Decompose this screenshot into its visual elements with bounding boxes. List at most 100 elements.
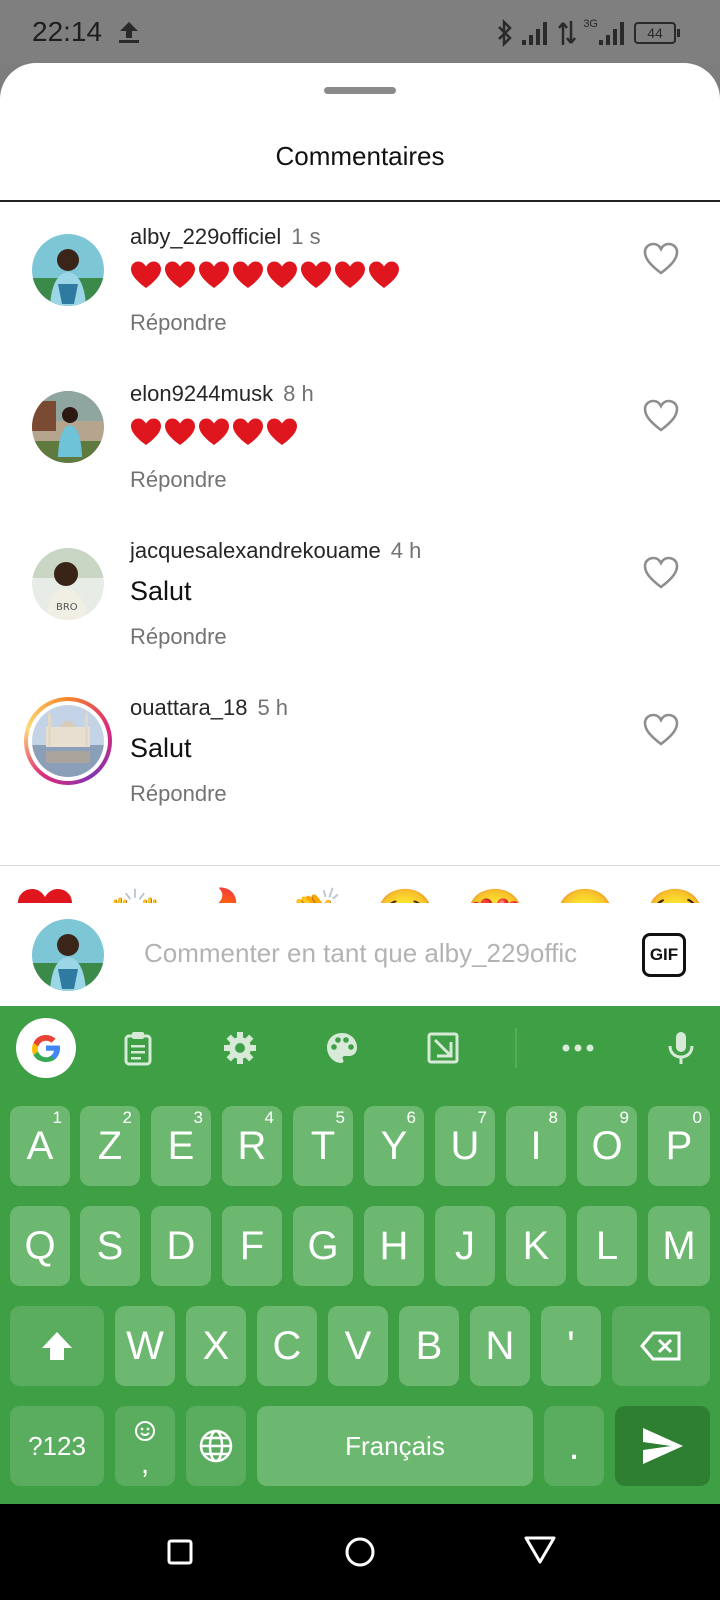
comment-time: 1 s xyxy=(291,224,321,249)
more-options-icon[interactable] xyxy=(560,1030,596,1066)
key-p[interactable]: P0 xyxy=(648,1106,710,1186)
avatar[interactable] xyxy=(32,234,104,306)
key-r[interactable]: R4 xyxy=(222,1106,282,1186)
key-z[interactable]: Z2 xyxy=(80,1106,140,1186)
comment-text xyxy=(130,417,298,452)
comment-username[interactable]: alby_229officiel xyxy=(130,224,281,249)
signal-3g-icon xyxy=(599,22,624,45)
space-key[interactable]: Français xyxy=(257,1406,533,1486)
comment-composer: GIF xyxy=(0,903,720,1006)
comments-sheet: Commentaires alby_229officiel 1 s Répondr… xyxy=(0,63,720,1006)
keyboard: A1 Z2 E3 R4 T5 Y6 U7 I8 O9 P0 Q S D F G … xyxy=(0,1006,720,1504)
send-key[interactable] xyxy=(615,1406,710,1486)
reply-button[interactable]: Répondre xyxy=(130,624,227,650)
key-u[interactable]: U7 xyxy=(435,1106,495,1186)
settings-gear-icon[interactable] xyxy=(222,1030,258,1066)
comment-item: elon9244musk 8 h Répondre xyxy=(0,359,720,519)
reply-button[interactable]: Répondre xyxy=(130,467,227,493)
comment-username[interactable]: jacquesalexandrekouame xyxy=(130,538,381,563)
key-b[interactable]: B xyxy=(399,1306,459,1386)
key-i[interactable]: I8 xyxy=(506,1106,566,1186)
comment-header: ouattara_18 5 h xyxy=(130,695,288,721)
heart-emoji xyxy=(164,417,196,452)
google-icon[interactable] xyxy=(16,1018,76,1078)
heart-emoji xyxy=(198,417,230,452)
key-v[interactable]: V xyxy=(328,1306,388,1386)
home-circle-icon[interactable] xyxy=(336,1528,384,1576)
period-key[interactable]: . xyxy=(544,1406,604,1486)
key-d[interactable]: D xyxy=(151,1206,211,1286)
status-icons: 3G 44 xyxy=(495,16,680,50)
comment-text: Salut xyxy=(130,733,192,763)
battery-icon: 44 xyxy=(634,22,680,44)
comment-item: alby_229officiel 1 s Répondre xyxy=(0,202,720,362)
heart-emoji xyxy=(266,417,298,452)
status-bar: 22:14 3G 44 xyxy=(0,0,720,64)
microphone-icon[interactable] xyxy=(663,1030,699,1066)
comment-input[interactable] xyxy=(144,931,624,975)
comment-list[interactable]: alby_229officiel 1 s Répondre elon9244mus… xyxy=(0,202,720,864)
heart-emoji xyxy=(368,260,400,295)
key-h[interactable]: H xyxy=(364,1206,424,1286)
keyboard-toolbar xyxy=(0,1006,720,1092)
backspace-key[interactable] xyxy=(612,1306,710,1386)
comment-text: Salut xyxy=(130,576,192,606)
comment-username[interactable]: ouattara_18 xyxy=(130,695,247,720)
like-heart-icon[interactable] xyxy=(643,399,679,433)
heart-emoji xyxy=(232,260,264,295)
emoji-comma-key[interactable]: , xyxy=(115,1406,175,1486)
heart-emoji xyxy=(164,260,196,295)
key-k[interactable]: K xyxy=(506,1206,566,1286)
sheet-title: Commentaires xyxy=(275,141,445,171)
symbols-key[interactable]: ?123 xyxy=(10,1406,104,1486)
avatar[interactable] xyxy=(32,391,104,463)
key-t[interactable]: T5 xyxy=(293,1106,353,1186)
key-y[interactable]: Y6 xyxy=(364,1106,424,1186)
like-heart-icon[interactable] xyxy=(643,713,679,747)
story-ring[interactable] xyxy=(24,697,112,785)
avatar[interactable]: BRO xyxy=(32,548,104,620)
shift-arrow-icon xyxy=(42,1332,72,1360)
clipboard-icon[interactable] xyxy=(120,1030,156,1066)
avatar[interactable] xyxy=(32,705,104,777)
data-transfer-icon xyxy=(558,21,577,45)
comment-username[interactable]: elon9244musk xyxy=(130,381,273,406)
key-o[interactable]: O9 xyxy=(577,1106,637,1186)
toolbar-separator xyxy=(515,1028,517,1068)
key-x[interactable]: X xyxy=(186,1306,246,1386)
recents-square-icon[interactable] xyxy=(156,1528,204,1576)
gif-button[interactable]: GIF xyxy=(642,933,686,977)
heart-emoji xyxy=(334,260,366,295)
comment-header: elon9244musk 8 h xyxy=(130,381,314,407)
shift-key[interactable] xyxy=(10,1306,104,1386)
comment-time: 5 h xyxy=(257,695,289,720)
back-triangle-icon[interactable] xyxy=(516,1528,564,1576)
like-heart-icon[interactable] xyxy=(643,556,679,590)
theme-palette-icon[interactable] xyxy=(324,1030,360,1066)
key-q[interactable]: Q xyxy=(10,1206,70,1286)
key-n[interactable]: N xyxy=(470,1306,530,1386)
key-apostrophe[interactable]: ' xyxy=(541,1306,601,1386)
key-e[interactable]: E3 xyxy=(151,1106,211,1186)
comment-time: 4 h xyxy=(390,538,422,563)
key-m[interactable]: M xyxy=(648,1206,710,1286)
upload-icon xyxy=(119,22,139,43)
heart-emoji xyxy=(232,417,264,452)
key-a[interactable]: A1 xyxy=(10,1106,70,1186)
send-arrow-icon xyxy=(643,1428,683,1464)
key-l[interactable]: L xyxy=(577,1206,637,1286)
key-j[interactable]: J xyxy=(435,1206,495,1286)
key-s[interactable]: S xyxy=(80,1206,140,1286)
key-c[interactable]: C xyxy=(257,1306,317,1386)
sheet-drag-handle[interactable] xyxy=(324,87,396,94)
comment-header: alby_229officiel 1 s xyxy=(130,224,321,250)
key-f[interactable]: F xyxy=(222,1206,282,1286)
language-globe-key[interactable] xyxy=(186,1406,246,1486)
translate-screen-icon[interactable] xyxy=(425,1030,461,1066)
key-g[interactable]: G xyxy=(293,1206,353,1286)
reply-button[interactable]: Répondre xyxy=(130,781,227,807)
comment-item: BRO jacquesalexandrekouame 4 h Salut Répo… xyxy=(0,516,720,676)
like-heart-icon[interactable] xyxy=(643,242,679,276)
reply-button[interactable]: Répondre xyxy=(130,310,227,336)
key-w[interactable]: W xyxy=(115,1306,175,1386)
